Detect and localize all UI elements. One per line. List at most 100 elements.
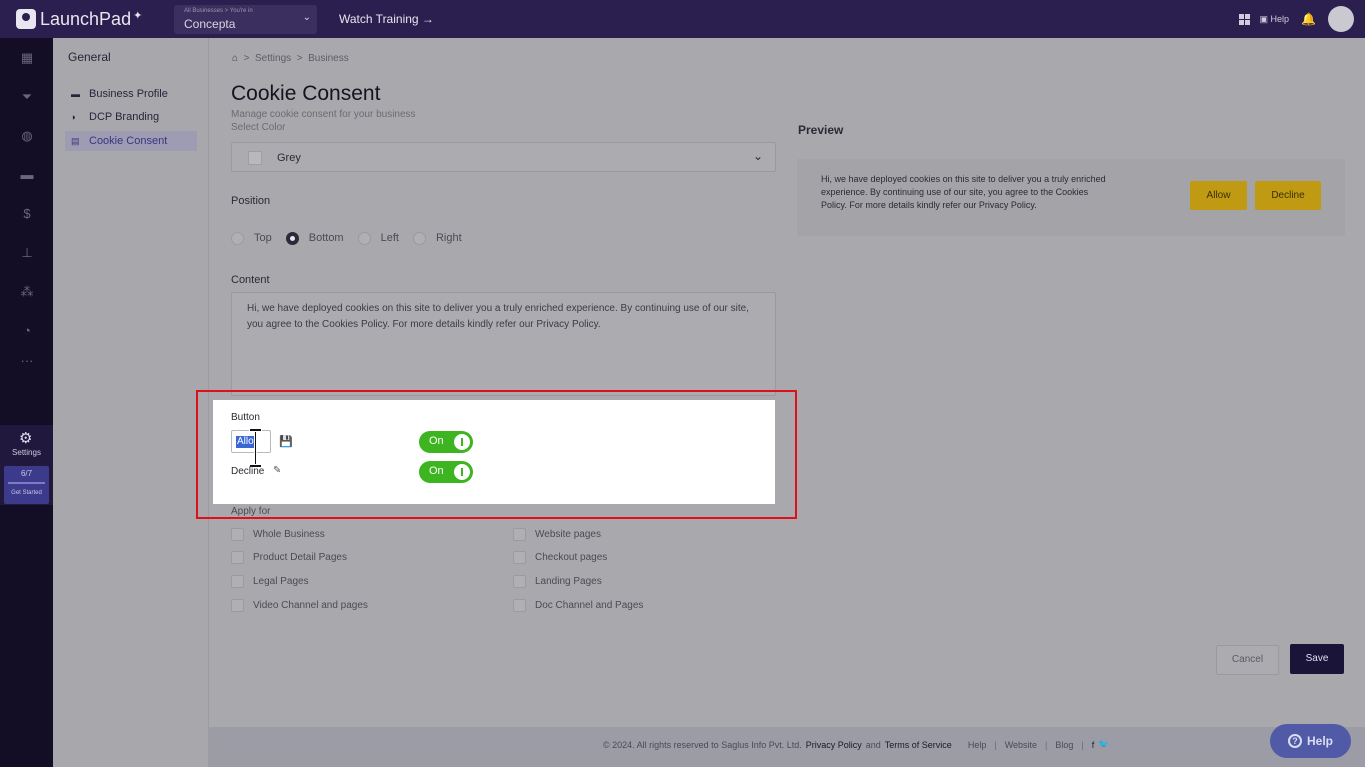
spark-icon: ✦ (133, 9, 143, 22)
subnav-heading: General (68, 50, 111, 64)
footer-separator: | (1045, 739, 1048, 750)
radio-top-label: Top (254, 232, 272, 244)
apps-grid-icon[interactable] (1238, 13, 1250, 25)
clock-icon[interactable]: ◔ (19, 324, 35, 338)
color-select-value: Grey (277, 152, 301, 164)
dashboard-icon[interactable]: ▦ (19, 51, 35, 65)
footer: © 2024. All rights reserved to Saglus In… (209, 727, 1365, 767)
highlight-frame (196, 390, 797, 519)
cookie-icon: ▤ (71, 135, 80, 146)
radio-top[interactable] (231, 231, 244, 245)
app-name: LaunchPad (40, 8, 132, 29)
content-textarea[interactable]: Hi, we have deployed cookies on this sit… (231, 292, 776, 396)
apply-landing-pages[interactable]: Landing Pages (513, 575, 602, 588)
breadcrumb-separator: > (243, 53, 250, 64)
checkbox[interactable] (231, 551, 244, 564)
video-icon[interactable]: ▬ (19, 168, 35, 182)
apply-product-detail-pages[interactable]: Product Detail Pages (231, 551, 347, 564)
content-label: Content (231, 274, 270, 286)
apply-doc-channel[interactable]: Doc Channel and Pages (513, 599, 643, 612)
business-name: Concepta (184, 17, 236, 31)
checkbox[interactable] (231, 575, 244, 588)
footer-separator: | (1081, 739, 1084, 750)
radio-right-label: Right (435, 232, 462, 244)
footer-separator: | (994, 739, 997, 750)
footer-copyright: © 2024. All rights reserved to Saglus In… (603, 739, 802, 750)
business-card-icon: ▬ (71, 89, 80, 99)
progress-count: 6/7 (20, 469, 33, 478)
apply-video-channel[interactable]: Video Channel and pages (231, 599, 368, 612)
bell-icon[interactable]: 🔔 (1301, 12, 1316, 26)
radio-bottom-label: Bottom (308, 232, 344, 244)
checkbox[interactable] (513, 575, 526, 588)
position-radio-group: Top Bottom Left Right (231, 230, 476, 246)
save-button[interactable]: Save (1290, 644, 1344, 674)
checkbox-label: Legal Pages (253, 576, 309, 587)
home-icon[interactable]: ⌂ (232, 53, 238, 64)
chevron-down-icon: ⌄ (752, 149, 763, 163)
preview-decline-button: Decline (1255, 181, 1321, 210)
footer-help-link[interactable]: Help (968, 740, 987, 750)
terms-of-service-link[interactable]: Terms of Service (885, 740, 952, 750)
checkbox-label: Landing Pages (535, 576, 602, 587)
apply-website-pages[interactable]: Website pages (513, 528, 601, 541)
gear-icon: ⚙ (19, 430, 33, 447)
more-icon[interactable]: ··· (19, 354, 35, 368)
twitter-icon[interactable]: 🐦 (1098, 739, 1109, 750)
cookie-preview-banner: Hi, we have deployed cookies on this sit… (797, 159, 1345, 236)
radio-right[interactable] (412, 231, 426, 245)
preview-heading: Preview (798, 123, 844, 137)
footer-and: and (865, 739, 881, 750)
subnav-item-label: DCP Branding (89, 111, 160, 123)
checkbox[interactable] (513, 528, 526, 541)
apply-whole-business[interactable]: Whole Business (231, 528, 325, 541)
apply-legal-pages[interactable]: Legal Pages (231, 575, 309, 588)
users-icon[interactable]: ⁂ (19, 285, 35, 299)
subnav-item-business-profile[interactable]: ▬ Business Profile (65, 84, 197, 104)
position-label: Position (231, 195, 271, 207)
get-started-label: Get Started (11, 490, 42, 496)
checkbox[interactable] (231, 528, 244, 541)
footer-blog-link[interactable]: Blog (1055, 740, 1073, 750)
apply-checkout-pages[interactable]: Checkout pages (513, 551, 607, 564)
checkbox[interactable] (513, 599, 526, 612)
privacy-policy-link[interactable]: Privacy Policy (806, 740, 862, 750)
subnav-item-dcp-branding[interactable]: ◗ DCP Branding (65, 107, 197, 127)
watch-training-link[interactable]: Watch Training → (339, 12, 434, 26)
globe-icon[interactable]: ◍ (19, 129, 35, 143)
get-started-progress[interactable]: 6/7 Get Started (4, 466, 49, 504)
checkbox-label: Checkout pages (535, 552, 608, 563)
org-chart-icon[interactable]: ⊥ (19, 246, 35, 260)
progress-bar (8, 482, 45, 484)
footer-website-link[interactable]: Website (1005, 740, 1037, 750)
cancel-button[interactable]: Cancel (1216, 645, 1279, 675)
dollar-icon[interactable]: $ (19, 207, 35, 221)
avatar[interactable] (1328, 6, 1354, 32)
breadcrumb-settings[interactable]: Settings (255, 53, 291, 64)
breadcrumb: ⌂ > Settings > Business (232, 53, 349, 64)
radio-left[interactable] (357, 231, 371, 245)
help-floating-button[interactable]: ? Help (1270, 724, 1351, 758)
checkbox[interactable] (231, 599, 244, 612)
branding-icon: ◗ (71, 112, 77, 122)
color-swatch (248, 151, 262, 165)
app-logo[interactable]: LaunchPad ✦ (16, 9, 142, 30)
subnav-item-label: Cookie Consent (89, 135, 168, 147)
subnav-item-cookie-consent[interactable]: ▤ Cookie Consent (65, 131, 197, 151)
chevron-down-icon: ⌄ (302, 12, 311, 23)
settings-label: Settings (12, 448, 41, 457)
radio-bottom[interactable] (285, 231, 299, 245)
facebook-icon[interactable]: f (1092, 740, 1095, 750)
launchpad-logo-icon (16, 9, 36, 29)
checkbox-label: Doc Channel and Pages (535, 600, 644, 611)
color-select[interactable]: Grey ⌄ (231, 142, 776, 172)
help-floating-label: Help (1306, 734, 1333, 748)
business-switcher[interactable]: All Businesses > You're in Concepta ⌄ (174, 5, 317, 34)
radio-left-label: Left (380, 232, 399, 244)
left-rail: ▦ ⏷ ◍ ▬ $ ⊥ ⁂ ◔ ··· ⚙ Settings 6/7 Get S… (0, 38, 53, 767)
subnav-item-label: Business Profile (89, 88, 168, 100)
funnel-icon[interactable]: ⏷ (19, 90, 35, 104)
checkbox[interactable] (513, 551, 526, 564)
breadcrumb-business[interactable]: Business (308, 53, 349, 64)
help-link[interactable]: ▣ Help (1260, 14, 1290, 25)
